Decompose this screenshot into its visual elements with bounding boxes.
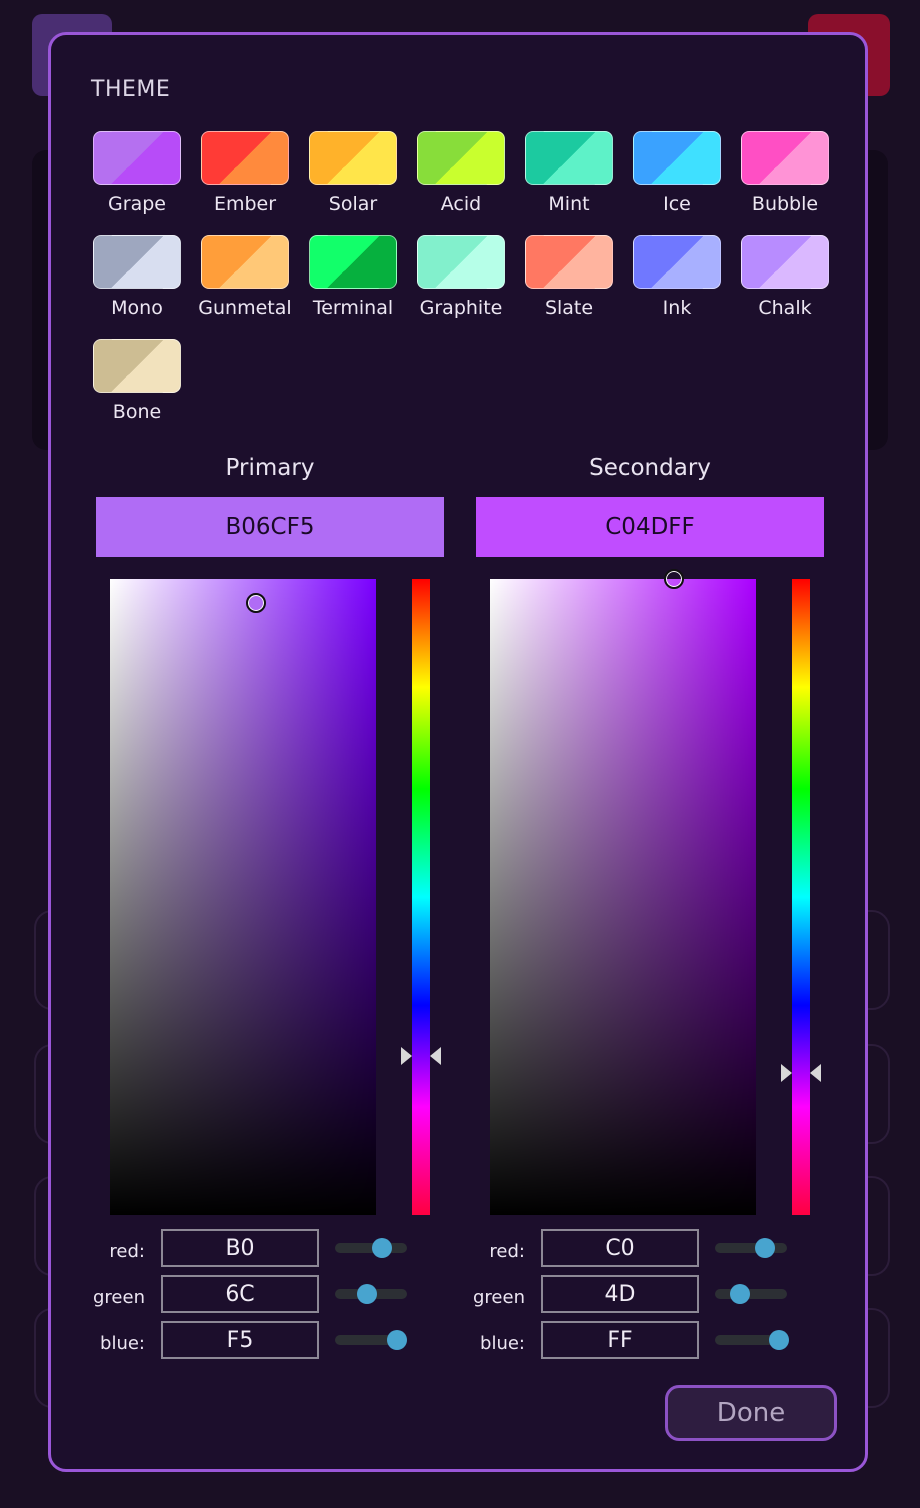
primary-hex-field[interactable]: B06CF5 [96, 497, 444, 557]
swatch-ink[interactable]: Ink [623, 235, 731, 319]
primary-green-label: green [93, 1287, 145, 1308]
primary-red-slider-knob[interactable] [371, 1238, 392, 1258]
swatch-chip[interactable] [201, 235, 289, 289]
primary-red-field[interactable]: B0 [161, 1229, 319, 1267]
swatch-chip[interactable] [525, 131, 613, 185]
swatch-chip[interactable] [309, 235, 397, 289]
swatch-label: Ink [662, 297, 692, 319]
primary-saturation-value-area[interactable] [110, 579, 376, 1215]
swatch-label: Mint [548, 193, 590, 215]
swatch-label: Ember [213, 193, 277, 215]
secondary-sv-cursor[interactable] [664, 569, 684, 589]
swatch-chip[interactable] [93, 131, 181, 185]
primary-red-label: red: [109, 1241, 145, 1262]
primary-sv-cursor[interactable] [246, 593, 266, 613]
swatch-solar[interactable]: Solar [299, 131, 407, 215]
swatch-mint[interactable]: Mint [515, 131, 623, 215]
theme-title: THEME [91, 77, 171, 102]
primary-green-slider-knob[interactable] [356, 1284, 377, 1304]
swatch-bubble[interactable]: Bubble [731, 131, 839, 215]
secondary-hue-handle-left[interactable] [781, 1064, 792, 1082]
secondary-red-field[interactable]: C0 [541, 1229, 699, 1267]
primary-blue-label: blue: [100, 1333, 145, 1354]
swatch-label: Acid [440, 193, 482, 215]
swatch-chip[interactable] [417, 235, 505, 289]
primary-blue-field[interactable]: F5 [161, 1321, 319, 1359]
secondary-green-label: green [473, 1287, 525, 1308]
primary-hue-handle-right[interactable] [430, 1047, 441, 1065]
secondary-title: Secondary [589, 455, 711, 481]
swatch-label: Grape [108, 193, 166, 215]
swatch-bone[interactable]: Bone [83, 339, 191, 423]
secondary-red-label: red: [489, 1241, 525, 1262]
primary-blue-slider-knob[interactable] [386, 1330, 407, 1350]
swatch-label: Gunmetal [198, 297, 292, 319]
swatch-acid[interactable]: Acid [407, 131, 515, 215]
swatch-label: Graphite [419, 297, 503, 319]
swatch-graphite[interactable]: Graphite [407, 235, 515, 319]
swatch-chip[interactable] [741, 131, 829, 185]
secondary-blue-field[interactable]: FF [541, 1321, 699, 1359]
swatch-chip[interactable] [525, 235, 613, 289]
swatch-chalk[interactable]: Chalk [731, 235, 839, 319]
primary-hue-slider[interactable] [412, 579, 430, 1215]
swatch-chip[interactable] [309, 131, 397, 185]
swatch-chip[interactable] [741, 235, 829, 289]
swatch-ember[interactable]: Ember [191, 131, 299, 215]
swatch-label: Bone [112, 401, 162, 423]
done-button[interactable]: Done [665, 1385, 837, 1441]
swatch-chip[interactable] [93, 339, 181, 393]
secondary-hue-slider[interactable] [792, 579, 810, 1215]
swatch-ice[interactable]: Ice [623, 131, 731, 215]
swatch-chip[interactable] [633, 235, 721, 289]
swatch-grape[interactable]: Grape [83, 131, 191, 215]
secondary-green-slider[interactable] [715, 1289, 787, 1299]
swatch-label: Slate [544, 297, 594, 319]
primary-title: Primary [225, 455, 315, 481]
swatch-terminal[interactable]: Terminal [299, 235, 407, 319]
swatch-slate[interactable]: Slate [515, 235, 623, 319]
secondary-green-field[interactable]: 4D [541, 1275, 699, 1313]
primary-hue-handle-left[interactable] [401, 1047, 412, 1065]
secondary-hex-field[interactable]: C04DFF [476, 497, 824, 557]
secondary-red-slider-knob[interactable] [755, 1238, 775, 1258]
secondary-blue-label: blue: [480, 1333, 525, 1354]
swatch-chip[interactable] [93, 235, 181, 289]
swatch-label: Mono [111, 297, 163, 319]
swatch-label: Solar [328, 193, 378, 215]
swatch-label: Chalk [758, 297, 812, 319]
secondary-green-slider-knob[interactable] [729, 1284, 750, 1304]
swatch-label: Bubble [751, 193, 819, 215]
swatch-chip[interactable] [201, 131, 289, 185]
secondary-hue-handle-right[interactable] [810, 1064, 821, 1082]
swatch-mono[interactable]: Mono [83, 235, 191, 319]
swatch-label: Ice [663, 193, 691, 215]
secondary-red-slider[interactable] [715, 1243, 787, 1253]
color-picker-dialog: THEME Grape Ember Solar Acid Mint Ice Bubble Mo… [48, 32, 868, 1472]
swatch-chip[interactable] [417, 131, 505, 185]
swatch-gunmetal[interactable]: Gunmetal [191, 235, 299, 319]
primary-green-field[interactable]: 6C [161, 1275, 319, 1313]
secondary-saturation-value-area[interactable] [490, 579, 756, 1215]
swatch-chip[interactable] [633, 131, 721, 185]
swatch-label: Terminal [312, 297, 394, 319]
secondary-blue-slider-knob[interactable] [769, 1330, 789, 1350]
